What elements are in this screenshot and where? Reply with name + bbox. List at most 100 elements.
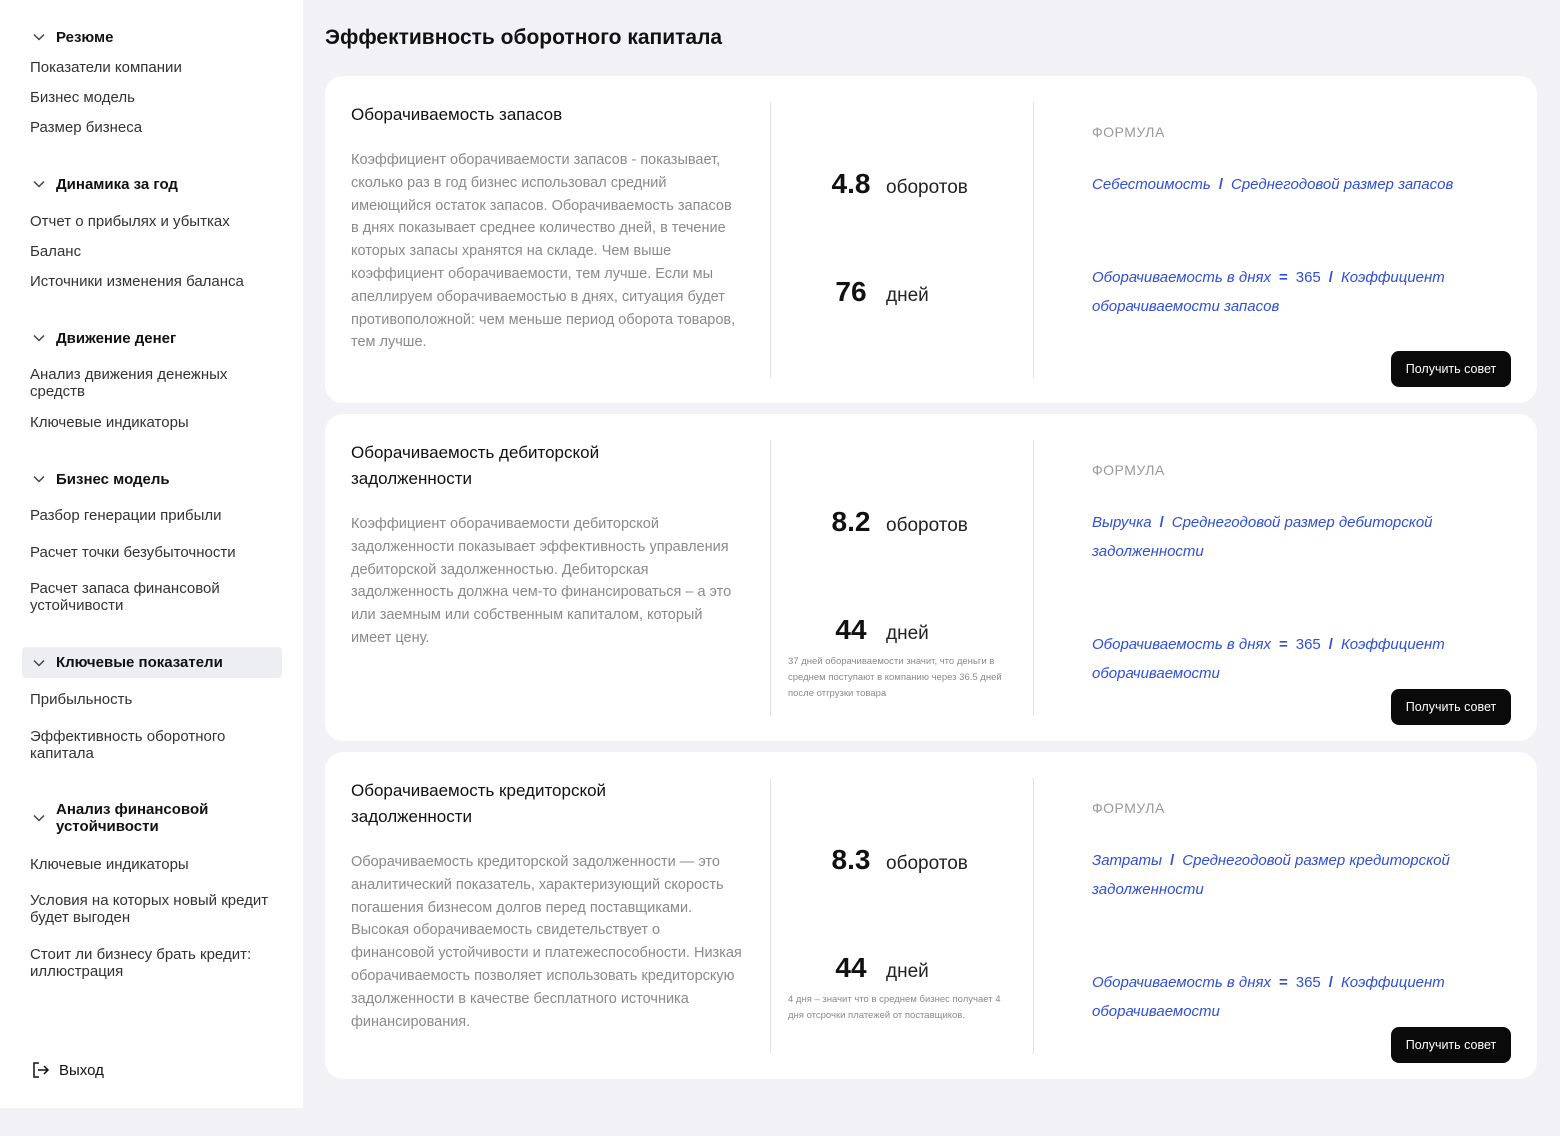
- sidebar-item-balance-sources[interactable]: Источники изменения баланса: [30, 273, 280, 290]
- sidebar-item-profit-generation[interactable]: Разбор генерации прибыли: [30, 507, 280, 524]
- formula-days: Оборачиваемость в днях = 365/Коэффициент о…: [1092, 263, 1502, 321]
- chevron-down-icon: [30, 809, 48, 827]
- formula-term: Себестоимость: [1092, 176, 1211, 193]
- formula-number: 365: [1295, 269, 1321, 286]
- divider: [770, 102, 771, 378]
- sidebar-item-business-size[interactable]: Размер бизнеса: [30, 119, 280, 136]
- turnover-metric: 4.8 оборотов: [822, 168, 968, 200]
- formula-operator: /: [1328, 636, 1333, 653]
- sidebar-item-loan-illustration[interactable]: Стоит ли бизнесу брать кредит: иллюстрац…: [30, 946, 280, 980]
- days-value: 76: [835, 276, 867, 307]
- formula-days: Оборачиваемость в днях = 365/Коэффициент о…: [1092, 630, 1502, 688]
- turnover-value: 8.3: [831, 844, 871, 875]
- formula-term: Оборачиваемость в днях: [1092, 269, 1271, 286]
- formula-number: 365: [1295, 636, 1321, 653]
- days-value: 44: [835, 614, 867, 645]
- sidebar-item-financial-margin[interactable]: Расчет запаса финансовой устойчивости: [30, 580, 280, 614]
- metric-card-receivables: Оборачиваемость дебиторской задолженност…: [325, 414, 1537, 741]
- formula-term: Оборачиваемость в днях: [1092, 974, 1271, 991]
- days-unit: дней: [886, 961, 929, 982]
- days-metric: 44 дней: [822, 614, 929, 646]
- sidebar-section-business-model[interactable]: Бизнес модель: [30, 470, 170, 488]
- days-unit: дней: [886, 285, 929, 306]
- formula-operator: /: [1218, 176, 1223, 193]
- sidebar-section-label: Движение денег: [56, 329, 177, 347]
- card-title: Оборачиваемость запасов: [351, 105, 563, 124]
- formula-turnover: Выручка / Среднегодовой размер дебиторской…: [1092, 508, 1502, 566]
- formula-term: Оборачиваемость в днях: [1092, 636, 1271, 653]
- sidebar-section-cash-flow[interactable]: Движение денег: [30, 329, 176, 347]
- formula-days: Оборачиваемость в днях = 365/Коэффициент о…: [1092, 968, 1502, 1026]
- turnover-unit: оборотов: [886, 853, 968, 874]
- sidebar-item-breakeven[interactable]: Расчет точки безубыточности: [30, 544, 280, 561]
- sidebar-item-profitability[interactable]: Прибыльность: [30, 691, 280, 708]
- divider: [770, 440, 771, 716]
- sidebar-item-working-capital[interactable]: Эффективность оборотного капитала: [30, 728, 280, 762]
- sidebar-item-cash-flow-analysis[interactable]: Анализ движения денежных средств: [30, 366, 280, 400]
- turnover-value: 4.8: [831, 168, 871, 199]
- card-description: Коэффициент оборачиваемости дебиторской …: [351, 516, 732, 646]
- chevron-down-icon: [30, 329, 48, 347]
- chevron-down-icon: [30, 28, 48, 46]
- formula-equals: =: [1278, 974, 1288, 991]
- formula-term: Затраты: [1092, 852, 1163, 869]
- sidebar-item-balance[interactable]: Баланс: [30, 243, 280, 260]
- formula-operator: /: [1328, 269, 1333, 286]
- divider: [1033, 102, 1034, 378]
- card-description: Коэффициент оборачиваемости запасов - по…: [351, 152, 736, 351]
- sidebar-section-label: Бизнес модель: [56, 470, 170, 488]
- sidebar-item-loan-conditions[interactable]: Условия на которых новый кредит будет вы…: [30, 892, 280, 926]
- turnover-value: 8.2: [831, 506, 871, 537]
- formula-term: Выручка: [1092, 514, 1152, 531]
- card-title: Оборачиваемость дебиторской задолженност…: [351, 443, 600, 488]
- days-value: 44: [835, 952, 867, 983]
- days-note: 37 дней оборачиваемости значит, что день…: [788, 656, 1002, 699]
- card-title: Оборачиваемость кредиторской задолженнос…: [351, 781, 607, 826]
- chevron-down-icon: [30, 470, 48, 488]
- logout-button[interactable]: Выход: [32, 1061, 104, 1079]
- sidebar-item-key-indicators[interactable]: Ключевые индикаторы: [30, 414, 280, 431]
- metric-card-payables: Оборачиваемость кредиторской задолженнос…: [325, 752, 1537, 1079]
- formula-operator: /: [1159, 514, 1164, 531]
- formula-label: ФОРМУЛА: [1092, 800, 1165, 816]
- page-title: Эффективность оборотного капитала: [325, 26, 723, 49]
- sidebar-section-financial-stability[interactable]: Анализ финансовой устойчивости: [30, 801, 226, 835]
- formula-number: 365: [1295, 974, 1321, 991]
- sidebar-section-summary[interactable]: Резюме: [30, 28, 113, 46]
- card-description: Оборачиваемость кредиторской задолженнос…: [351, 854, 742, 1030]
- sidebar: Резюме Показатели компании Бизнес модель…: [0, 0, 303, 1108]
- formula-label: ФОРМУЛА: [1092, 124, 1165, 140]
- sidebar-item-stability-indicators[interactable]: Ключевые индикаторы: [30, 856, 280, 873]
- days-unit: дней: [886, 623, 929, 644]
- days-metric: 76 дней: [822, 276, 929, 308]
- divider: [770, 778, 771, 1054]
- sidebar-section-label: Анализ финансовой устойчивости: [56, 801, 209, 835]
- sidebar-section-label: Ключевые показатели: [56, 654, 223, 671]
- sidebar-item-business-model[interactable]: Бизнес модель: [30, 89, 280, 106]
- get-advice-button[interactable]: Получить совет: [1391, 689, 1511, 725]
- get-advice-button[interactable]: Получить совет: [1391, 1027, 1511, 1063]
- logout-icon: [32, 1061, 50, 1079]
- chevron-down-icon: [30, 654, 48, 672]
- formula-term: Среднегодовой размер запасов: [1230, 176, 1454, 193]
- sidebar-section-label: Резюме: [56, 28, 114, 46]
- sidebar-item-pnl[interactable]: Отчет о прибылях и убытках: [30, 213, 280, 230]
- formula-turnover: Затраты / Среднегодовой размер кредиторско…: [1092, 846, 1502, 904]
- divider: [1033, 778, 1034, 1054]
- formula-turnover: Себестоимость / Среднегодовой размер запас…: [1092, 170, 1502, 199]
- turnover-unit: оборотов: [886, 515, 968, 536]
- turnover-metric: 8.2 оборотов: [822, 506, 968, 538]
- formula-operator: /: [1328, 974, 1333, 991]
- sidebar-section-year-dynamics[interactable]: Динамика за год: [30, 175, 178, 193]
- sidebar-section-key-metrics[interactable]: Ключевые показатели: [22, 647, 282, 678]
- formula-equals: =: [1278, 269, 1288, 286]
- sidebar-item-company-metrics[interactable]: Показатели компании: [30, 59, 280, 76]
- turnover-metric: 8.3 оборотов: [822, 844, 968, 876]
- days-note: 4 дня – значит что в среднем бизнес полу…: [788, 994, 1001, 1021]
- logout-label: Выход: [59, 1061, 104, 1079]
- sidebar-section-label: Динамика за год: [56, 175, 178, 193]
- get-advice-button[interactable]: Получить совет: [1391, 351, 1511, 387]
- days-metric: 44 дней: [822, 952, 929, 984]
- turnover-unit: оборотов: [886, 177, 968, 198]
- formula-operator: /: [1170, 852, 1175, 869]
